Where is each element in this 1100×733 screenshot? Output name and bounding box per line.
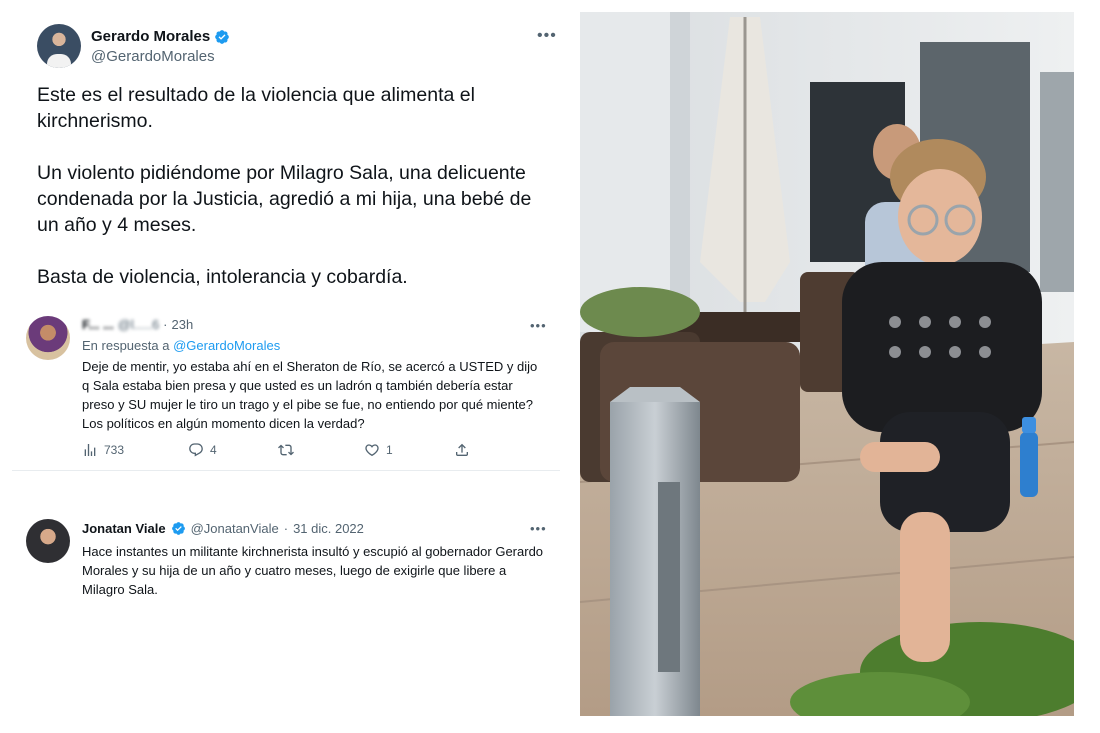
quoted-tweet[interactable]: Jonatan Viale @JonatanViale · 31 dic. 20… [12, 505, 560, 600]
replying-to-link[interactable]: @GerardoMorales [173, 338, 280, 353]
avatar[interactable] [37, 24, 81, 68]
avatar[interactable] [26, 519, 70, 563]
quote-header: Jonatan Viale @JonatanViale · 31 dic. 20… [82, 521, 364, 536]
share-icon [456, 443, 468, 456]
views-count: 733 [104, 443, 125, 457]
author-name[interactable]: F... ... [82, 317, 114, 332]
main-tweet: Gerardo Morales @GerardoMorales ••• Este… [19, 10, 571, 296]
verified-badge-icon [215, 29, 230, 44]
replying-to: En respuesta a @GerardoMorales [82, 338, 280, 353]
separator: · [163, 317, 168, 332]
reply-header: F... ... @l.....6 · 23h [82, 317, 193, 332]
author-name[interactable]: Gerardo Morales [91, 28, 210, 45]
photo-illustration [580, 12, 1074, 716]
views-button[interactable]: 733 [82, 442, 188, 458]
tweet-date[interactable]: 31 dic. 2022 [293, 521, 364, 536]
retweet-icon [278, 444, 294, 456]
avatar[interactable] [26, 316, 70, 360]
more-horizontal-icon[interactable]: ••• [530, 522, 547, 535]
verified-badge-icon [171, 522, 185, 535]
tweet-paragraph: Este es el resultado de la violencia que… [37, 84, 475, 132]
tweet-text: Hace instantes un militante kirchnerista… [82, 544, 544, 597]
separator: · [283, 521, 289, 536]
tweet-paragraph: Un violento pidiéndome por Milagro Sala,… [37, 162, 532, 236]
replies-count: 4 [210, 443, 217, 457]
author-name-row[interactable]: Gerardo Morales [91, 28, 230, 45]
like-button[interactable]: 1 [364, 442, 454, 458]
reply-icon [189, 443, 203, 457]
tweet-text: Deje de mentir, yo estaba ahí en el Sher… [82, 359, 538, 431]
replying-prefix: En respuesta a [82, 338, 170, 353]
tweet-paragraph: Basta de violencia, intolerancia y cobar… [37, 266, 408, 288]
analytics-icon [84, 444, 96, 456]
retweet-button[interactable] [278, 442, 364, 458]
author-name[interactable]: Jonatan Viale [82, 521, 166, 536]
author-handle[interactable]: @JonatanViale [191, 521, 279, 536]
author-handle[interactable]: @l.....6 [118, 317, 159, 332]
more-horizontal-icon[interactable]: ••• [530, 319, 547, 332]
share-button[interactable] [454, 442, 470, 458]
avatar-shirt [47, 54, 71, 68]
reply-button[interactable]: 4 [188, 442, 278, 458]
more-horizontal-icon[interactable]: ••• [537, 28, 557, 44]
attached-photo [580, 12, 1074, 716]
heart-icon [365, 444, 379, 457]
composite-canvas: Gerardo Morales @GerardoMorales ••• Este… [0, 0, 1100, 733]
tweet-text: Este es el resultado de la violencia que… [37, 82, 557, 316]
reply-tweet[interactable]: F... ... @l.....6 · 23h ••• En respuesta… [12, 300, 560, 471]
tweet-time[interactable]: 23h [172, 317, 194, 332]
author-handle[interactable]: @GerardoMorales [91, 48, 215, 65]
tweet-actions: 733 4 1 [82, 442, 470, 458]
likes-count: 1 [386, 443, 393, 457]
